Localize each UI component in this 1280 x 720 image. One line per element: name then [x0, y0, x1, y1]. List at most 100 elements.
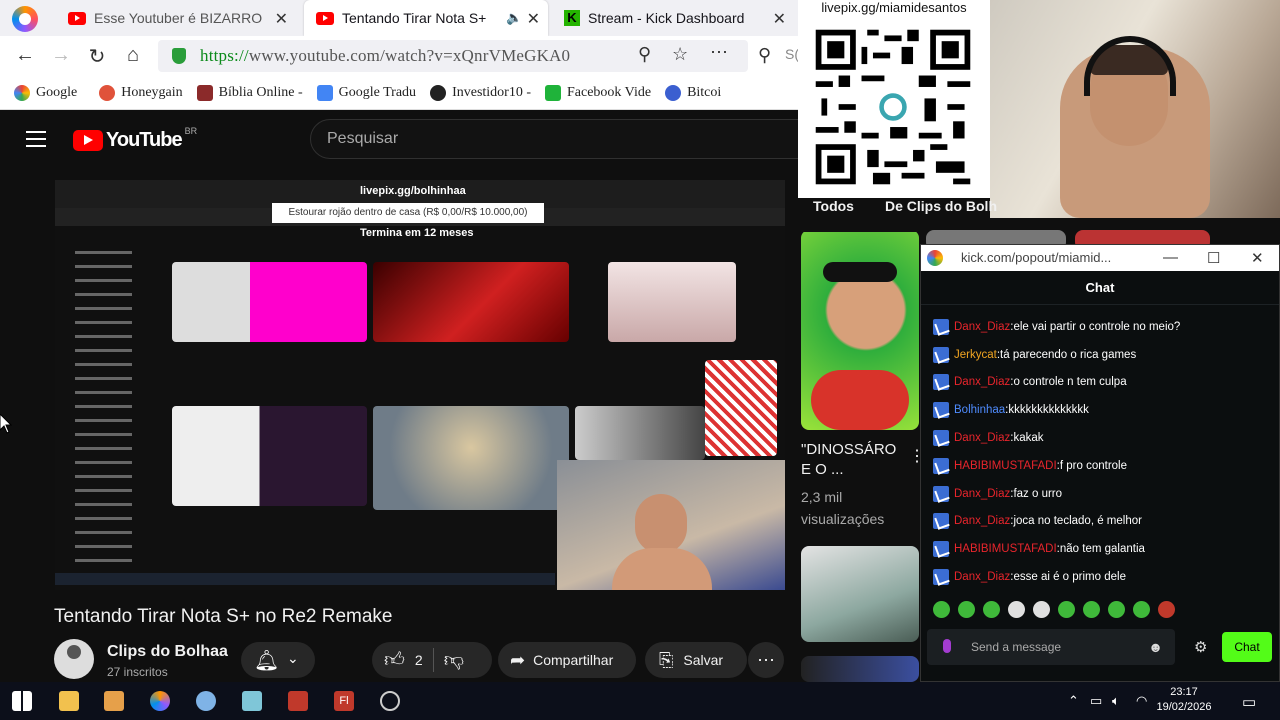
- bookmark-icon: ⎘: [659, 649, 674, 670]
- filter-chip-channel[interactable]: De Clips do Bolh: [885, 196, 997, 216]
- minimize-icon[interactable]: —: [1163, 249, 1178, 266]
- chat-username[interactable]: Danx_Diaz: [954, 321, 1010, 333]
- emoji-icon[interactable]: ☻: [1148, 639, 1163, 655]
- youtube-wordmark: YouTube: [106, 129, 183, 151]
- thumbs-up-icon[interactable]: 👍︎: [384, 648, 405, 672]
- chat-text: kkkkkkkkkkkkkk: [1008, 404, 1089, 417]
- wifi-icon[interactable]: ◠: [1136, 693, 1147, 709]
- channel-avatar[interactable]: [54, 639, 94, 679]
- menu-icon[interactable]: [26, 131, 46, 152]
- chat-username[interactable]: Danx_Diaz: [954, 488, 1010, 500]
- bookmark-bitcoin[interactable]: Bitcoi: [665, 84, 721, 101]
- notification-bell-button[interactable]: 🔔︎ ⌄: [241, 642, 315, 678]
- network-device-icon[interactable]: ▭: [1090, 693, 1102, 709]
- back-arrow-icon[interactable]: ←: [13, 44, 37, 67]
- search-input[interactable]: Pesquisar: [310, 119, 810, 159]
- calculator-icon[interactable]: [288, 691, 308, 711]
- star-icon[interactable]: ☆: [672, 44, 688, 65]
- emote-icon[interactable]: [1033, 601, 1050, 618]
- inner-thumbnail: [172, 406, 367, 506]
- emote-icon[interactable]: [1158, 601, 1175, 618]
- inner-thumbnail: [575, 406, 705, 460]
- volume-icon[interactable]: 🔈︎: [1112, 693, 1120, 709]
- maximize-icon[interactable]: ☐: [1207, 249, 1220, 267]
- sidebar-video-thumbnail[interactable]: [801, 656, 919, 682]
- filter-chip-todos[interactable]: Todos: [813, 196, 854, 216]
- firefox-taskbar-icon[interactable]: [150, 691, 170, 711]
- chat-username[interactable]: Danx_Diaz: [954, 376, 1010, 388]
- user-badge-icon: [933, 346, 949, 363]
- chat-text: ele vai partir o controle no meio?: [1013, 320, 1181, 333]
- bookmark-investidor10[interactable]: Investidor10 -: [430, 84, 531, 101]
- more-actions-icon[interactable]: ⋯: [748, 642, 784, 678]
- gear-icon[interactable]: ⚙: [1194, 638, 1207, 656]
- microphone-icon[interactable]: [943, 639, 951, 653]
- close-tab-icon[interactable]: ✕: [527, 9, 540, 29]
- chat-text: f pro controle: [1059, 459, 1127, 472]
- livepix-url: livepix.gg/bolhinhaa: [360, 185, 466, 197]
- fl-studio-icon[interactable]: Fl: [334, 691, 354, 711]
- bookmark-honeygain[interactable]: Honeygain: [99, 84, 183, 101]
- chat-message-input[interactable]: Send a message ☻: [927, 629, 1175, 665]
- chat-username[interactable]: Danx_Diaz: [954, 432, 1010, 444]
- tab-3[interactable]: K Stream - Kick Dashboard ✕: [552, 0, 794, 36]
- close-tab-icon[interactable]: ✕: [275, 9, 288, 29]
- youtube-logo[interactable]: YouTube BR: [73, 126, 197, 152]
- tab-2-active[interactable]: Tentando Tirar Nota S+ 🔈 ✕: [304, 0, 548, 36]
- bookmark-biblia[interactable]: Bíblia Online -: [196, 84, 303, 101]
- chat-username[interactable]: Jerkycat: [954, 349, 997, 361]
- system-clock[interactable]: 23:17 19/02/2026: [1152, 685, 1216, 715]
- emote-icon[interactable]: [933, 601, 950, 618]
- thumbs-down-icon[interactable]: 👎︎: [444, 648, 464, 672]
- notification-center-icon[interactable]: ▭: [1242, 693, 1256, 711]
- emote-icon[interactable]: [1108, 601, 1125, 618]
- forward-arrow-icon[interactable]: →: [49, 44, 73, 67]
- chevron-up-icon[interactable]: ⌃: [1068, 693, 1079, 709]
- reload-icon[interactable]: ↻: [85, 44, 109, 69]
- chat-username[interactable]: HABIBIMUSTAFADI: [954, 460, 1057, 472]
- emote-icon[interactable]: [1083, 601, 1100, 618]
- sidebar-video-thumbnail[interactable]: [801, 230, 919, 430]
- bookmark-google-tradutor[interactable]: Google Tradu: [316, 84, 416, 101]
- chat-messages: Danx_Diaz: ele vai partir o controle no …: [933, 313, 1273, 591]
- search-icon[interactable]: ⚲: [758, 45, 771, 66]
- video-player[interactable]: livepix.gg/bolhinhaa Estourar rojão dent…: [55, 180, 785, 590]
- sidebar-video-thumbnail[interactable]: [801, 546, 919, 642]
- file-explorer-icon[interactable]: [59, 691, 79, 711]
- like-dislike-group: 👍︎ 2 👎︎: [372, 642, 492, 678]
- obs-icon[interactable]: [380, 691, 400, 711]
- chat-username[interactable]: Danx_Diaz: [954, 515, 1010, 527]
- speaker-icon[interactable]: 🔈: [506, 10, 522, 26]
- emote-icon[interactable]: [1058, 601, 1075, 618]
- address-bar[interactable]: https://www.youtube.com/watch?v=xQnrVMeG…: [158, 40, 748, 72]
- more-icon[interactable]: ⋯: [710, 42, 728, 63]
- chat-send-button[interactable]: Chat: [1222, 632, 1272, 662]
- firefox-icon[interactable]: [12, 6, 38, 32]
- home-icon[interactable]: ⌂: [121, 44, 145, 67]
- media-player-icon[interactable]: [104, 691, 124, 711]
- save-button[interactable]: ⎘ Salvar: [645, 642, 747, 678]
- tab-1[interactable]: Esse Youtuber é BIZARRO ✕: [56, 0, 296, 36]
- chat-username[interactable]: Danx_Diaz: [954, 571, 1010, 583]
- channel-name[interactable]: Clips do Bolhaa: [107, 643, 228, 661]
- emote-icon[interactable]: [958, 601, 975, 618]
- user-badge-icon: [933, 318, 949, 335]
- close-icon[interactable]: ✕: [1251, 249, 1264, 267]
- emote-icon[interactable]: [983, 601, 1000, 618]
- emote-icon[interactable]: [1008, 601, 1025, 618]
- close-tab-icon[interactable]: ✕: [773, 9, 786, 29]
- bookmark-facebook-video[interactable]: Facebook Vide: [545, 84, 651, 101]
- app-taskbar-icon[interactable]: [196, 691, 216, 711]
- chat-username[interactable]: HABIBIMUSTAFADI: [954, 543, 1057, 555]
- zoom-icon[interactable]: ⚲: [638, 44, 651, 65]
- bookmark-google[interactable]: Google: [14, 84, 77, 101]
- emote-icon[interactable]: [1133, 601, 1150, 618]
- app-taskbar-icon[interactable]: [242, 691, 262, 711]
- chat-message: Bolhinhaa: kkkkkkkkkkkkkk: [933, 396, 1273, 424]
- windows-start-icon[interactable]: [12, 691, 32, 711]
- share-button[interactable]: ➦ Compartilhar: [498, 642, 636, 678]
- chat-username[interactable]: Bolhinhaa: [954, 404, 1005, 416]
- search-box-partial[interactable]: S(: [785, 46, 799, 62]
- sidebar-video-title[interactable]: "DINOSSÁRO E O ...: [801, 440, 896, 480]
- chat-text: tá parecendo o rica games: [1000, 348, 1137, 361]
